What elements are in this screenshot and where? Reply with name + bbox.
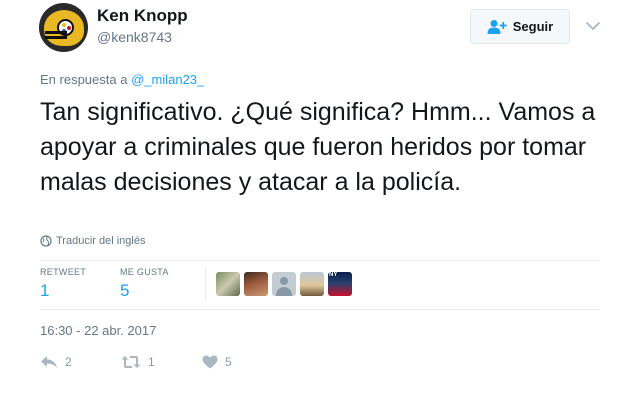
likes-stat-label: ME GUSTA xyxy=(120,267,169,277)
divider-top xyxy=(40,260,600,261)
user-handle[interactable]: @kenk8743 xyxy=(97,29,172,45)
tweet-timestamp[interactable]: 16:30 - 22 abr. 2017 xyxy=(40,323,156,338)
liker-avatar-default[interactable] xyxy=(272,272,296,296)
avatar-mark: NY xyxy=(329,272,338,278)
user-avatar[interactable] xyxy=(39,3,88,52)
likers-avatars: NY xyxy=(216,272,352,296)
reply-context: En respuesta a @_milan23_ xyxy=(40,72,204,87)
chevron-down-icon[interactable] xyxy=(584,17,602,35)
retweet-icon xyxy=(121,356,141,368)
reply-icon xyxy=(41,356,57,368)
helmet-facemask xyxy=(45,31,67,34)
reply-prefix: En respuesta a xyxy=(40,72,128,87)
translate-link[interactable]: Traducir del inglés xyxy=(40,235,145,247)
retweet-action[interactable]: 1 xyxy=(121,355,155,369)
follow-button[interactable]: Seguir xyxy=(470,9,570,44)
follow-button-label: Seguir xyxy=(512,19,554,34)
likes-stat[interactable]: ME GUSTA 5 xyxy=(120,267,169,301)
reply-count: 2 xyxy=(65,355,72,369)
stat-separator xyxy=(205,268,206,300)
user-display-name[interactable]: Ken Knopp xyxy=(97,6,188,26)
reply-target-link[interactable]: @_milan23_ xyxy=(131,72,204,87)
translate-label: Traducir del inglés xyxy=(56,235,146,247)
add-user-icon xyxy=(487,19,507,34)
reply-action[interactable]: 2 xyxy=(40,355,72,369)
liker-avatar[interactable] xyxy=(216,272,240,296)
liker-avatar[interactable]: NY xyxy=(328,272,352,296)
like-action[interactable]: 5 xyxy=(202,355,232,369)
retweet-stat-label: RETWEET xyxy=(40,267,87,277)
liker-avatar[interactable] xyxy=(244,272,268,296)
retweet-count: 1 xyxy=(148,355,155,369)
globe-icon xyxy=(40,235,52,247)
like-count: 5 xyxy=(225,355,232,369)
tweet-text: Tan significativo. ¿Qué significa? Hmm..… xyxy=(40,98,596,196)
liker-avatar[interactable] xyxy=(300,272,324,296)
retweet-stat[interactable]: RETWEET 1 xyxy=(40,267,86,301)
retweet-stat-count: 1 xyxy=(40,281,50,300)
heart-icon xyxy=(202,355,218,369)
divider-bottom xyxy=(40,309,600,310)
likes-stat-count: 5 xyxy=(120,281,130,300)
